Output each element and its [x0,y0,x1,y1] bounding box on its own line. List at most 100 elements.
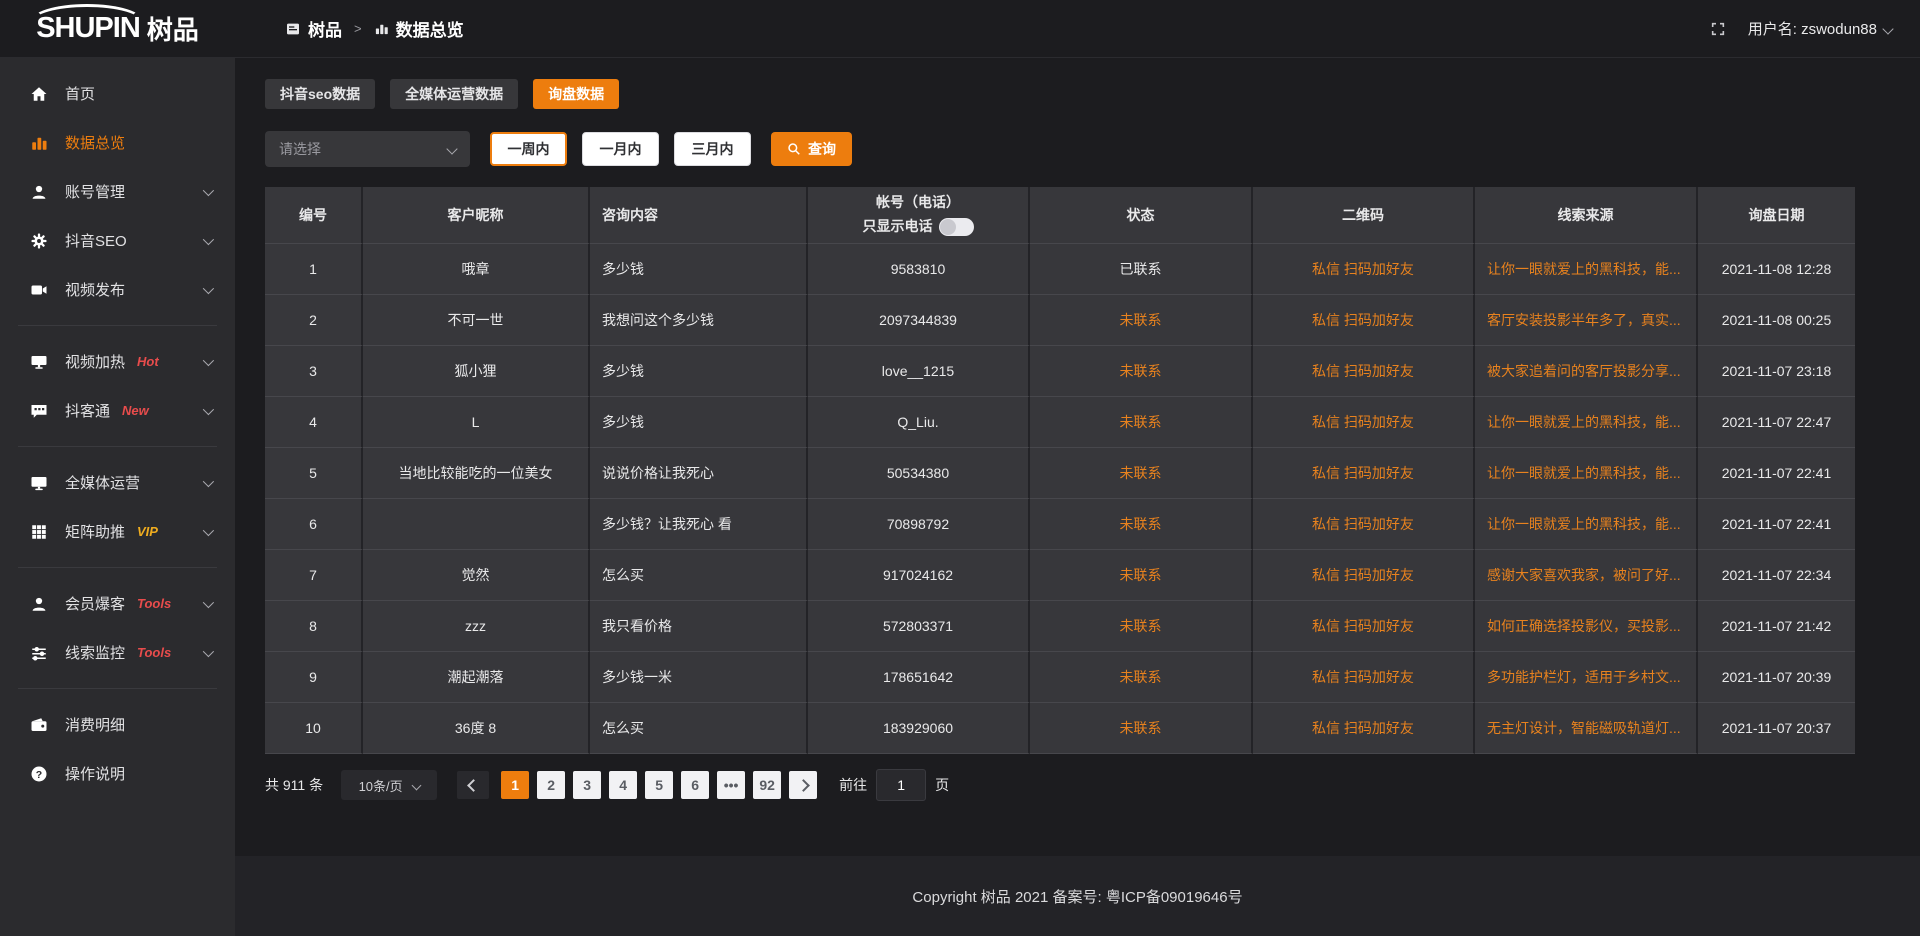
logo-text-cn: 树品 [147,10,199,47]
sidebar-item-doukeTong[interactable]: 抖客通 New [0,386,235,435]
tab-douyin-seo-data[interactable]: 抖音seo数据 [265,79,375,109]
main-content: 抖音seo数据 全媒体运营数据 询盘数据 请选择 一周内 一月内 三月内 查询 … [235,57,1920,856]
qrcode-link[interactable]: 私信 扫码加好友 [1253,550,1475,601]
search-button[interactable]: 查询 [771,132,852,166]
page-button-3[interactable]: 3 [573,771,601,799]
cell-date: 2021-11-07 20:39 [1698,652,1855,703]
qrcode-link[interactable]: 私信 扫码加好友 [1253,397,1475,448]
tab-media-ops-data[interactable]: 全媒体运营数据 [390,79,518,109]
source-link[interactable]: 多功能护栏灯，适用于乡村文... [1475,652,1698,703]
sidebar-item-help[interactable]: ? 操作说明 [0,749,235,798]
chat-icon [30,402,50,420]
sidebar-item-label: 消费明细 [65,714,125,735]
data-tabs: 抖音seo数据 全媒体运营数据 询盘数据 [265,79,1855,109]
vip-badge: VIP [137,524,158,539]
chevron-down-icon [203,282,214,293]
header-qrcode: 二维码 [1253,187,1475,244]
range-quarter-button[interactable]: 三月内 [674,132,751,166]
breadcrumb: 树品 > 数据总览 [285,16,464,41]
fullscreen-icon[interactable] [1710,21,1726,37]
page-button-6[interactable]: 6 [681,771,709,799]
sidebar-item-media-ops[interactable]: 全媒体运营 [0,458,235,507]
source-link[interactable]: 无主灯设计，智能磁吸轨道灯... [1475,703,1698,754]
monitor-icon [30,474,50,492]
cell-num: 6 [265,499,363,550]
cell-date: 2021-11-07 20:37 [1698,703,1855,754]
status-badge: 未联系 [1030,346,1253,397]
source-link[interactable]: 被大家追着问的客厅投影分享... [1475,346,1698,397]
sidebar-item-video-publish[interactable]: 视频发布 [0,265,235,314]
sidebar-item-video-heat[interactable]: 视频加热 Hot [0,337,235,386]
cell-account: Q_Liu. [808,397,1030,448]
qrcode-link[interactable]: 私信 扫码加好友 [1253,448,1475,499]
source-link[interactable]: 感谢大家喜欢我家，被问了好... [1475,550,1698,601]
cell-nickname [363,499,590,550]
source-link[interactable]: 让你一眼就爱上的黑科技，能... [1475,448,1698,499]
chevron-right-icon [797,779,810,792]
cell-date: 2021-11-07 22:41 [1698,499,1855,550]
sidebar-item-consumption-detail[interactable]: 消费明细 [0,700,235,749]
sidebar-item-account-mgmt[interactable]: 账号管理 [0,167,235,216]
table-header-row: 编号 客户昵称 咨询内容 帐号（电话） 只显示电话 状态 二维码 线索来源 询盘… [265,187,1855,244]
sidebar-item-lead-monitor[interactable]: 线索监控 Tools [0,628,235,677]
search-label: 查询 [808,139,836,159]
page-ellipsis[interactable]: ••• [717,771,745,799]
tools-badge: Tools [137,596,171,611]
source-link[interactable]: 让你一眼就爱上的黑科技，能... [1475,397,1698,448]
range-week-button[interactable]: 一周内 [490,132,567,166]
sidebar-item-matrix-boost[interactable]: 矩阵助推 VIP [0,507,235,556]
cell-account: 70898792 [808,499,1030,550]
page-button-5[interactable]: 5 [645,771,673,799]
qrcode-link[interactable]: 私信 扫码加好友 [1253,601,1475,652]
cell-num: 4 [265,397,363,448]
page-button-1[interactable]: 1 [501,771,529,799]
header-nickname: 客户昵称 [363,187,590,244]
filter-bar: 请选择 一周内 一月内 三月内 查询 [265,131,1855,167]
prev-page-button[interactable] [457,771,489,799]
source-link[interactable]: 如何正确选择投影仪，买投影... [1475,601,1698,652]
user-menu[interactable]: 用户名: zswodun88 [1748,18,1892,39]
goto-page-input[interactable] [876,769,926,801]
phone-only-toggle[interactable] [939,218,974,236]
cell-nickname: L [363,397,590,448]
cell-account: love__1215 [808,346,1030,397]
status-badge: 未联系 [1030,295,1253,346]
divider [18,446,217,447]
cell-nickname: 哦章 [363,244,590,295]
page-button-4[interactable]: 4 [609,771,637,799]
source-link[interactable]: 让你一眼就爱上的黑科技，能... [1475,244,1698,295]
cell-account: 178651642 [808,652,1030,703]
table-row: 9 潮起潮落 多少钱一米 178651642 未联系 私信 扫码加好友 多功能护… [265,652,1855,703]
cell-account: 183929060 [808,703,1030,754]
search-icon [787,142,801,156]
page-button-2[interactable]: 2 [537,771,565,799]
logo-arc [30,4,144,40]
tab-inquiry-data[interactable]: 询盘数据 [533,79,619,109]
account-select[interactable]: 请选择 [265,131,470,167]
cell-date: 2021-11-08 12:28 [1698,244,1855,295]
goto-label: 前往 [839,775,867,795]
qrcode-link[interactable]: 私信 扫码加好友 [1253,703,1475,754]
breadcrumb-root[interactable]: 树品 [308,16,342,41]
qrcode-link[interactable]: 私信 扫码加好友 [1253,295,1475,346]
sidebar-item-data-overview[interactable]: 数据总览 [0,118,235,167]
qrcode-link[interactable]: 私信 扫码加好友 [1253,244,1475,295]
page-button-92[interactable]: 92 [753,771,781,799]
source-link[interactable]: 让你一眼就爱上的黑科技，能... [1475,499,1698,550]
tools-badge: Tools [137,645,171,660]
sidebar-item-douyin-seo[interactable]: 抖音SEO [0,216,235,265]
qrcode-link[interactable]: 私信 扫码加好友 [1253,346,1475,397]
qrcode-link[interactable]: 私信 扫码加好友 [1253,499,1475,550]
table-row: 10 36度 8 怎么买 183929060 未联系 私信 扫码加好友 无主灯设… [265,703,1855,754]
table-row: 1 哦章 多少钱 9583810 已联系 私信 扫码加好友 让你一眼就爱上的黑科… [265,244,1855,295]
sidebar-item-member-burst[interactable]: 会员爆客 Tools [0,579,235,628]
cell-num: 2 [265,295,363,346]
qrcode-link[interactable]: 私信 扫码加好友 [1253,652,1475,703]
cell-content: 多少钱 [590,397,808,448]
page-size-select[interactable]: 10条/页 [341,770,437,800]
range-month-button[interactable]: 一月内 [582,132,659,166]
sidebar-item-home[interactable]: 首页 [0,69,235,118]
source-link[interactable]: 客厅安装投影半年多了，真实... [1475,295,1698,346]
cell-nickname: 潮起潮落 [363,652,590,703]
next-page-button[interactable] [789,771,817,799]
